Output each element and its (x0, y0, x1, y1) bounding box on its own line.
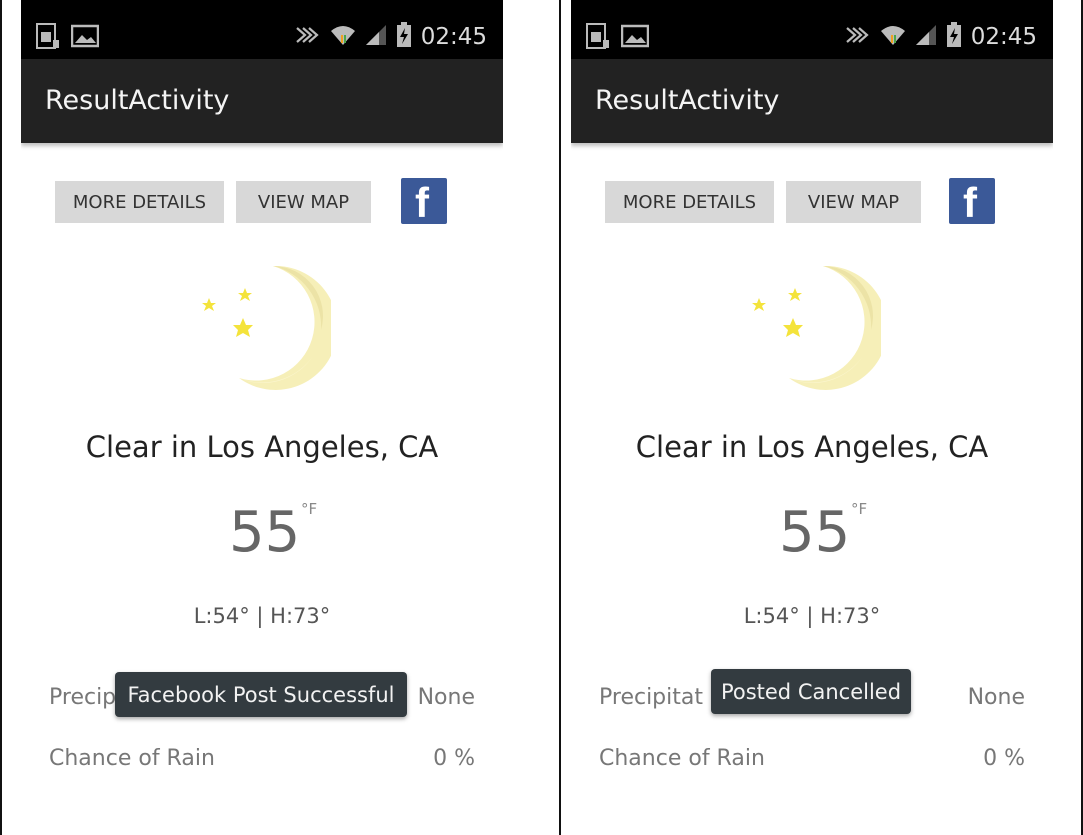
moon-icon (239, 265, 338, 390)
chance-of-rain-value: 0 % (433, 746, 475, 771)
star-icon (752, 288, 803, 337)
wifi-icon (880, 23, 906, 51)
temperature-value: 55 (779, 500, 851, 565)
star-icon (202, 288, 253, 337)
weather-summary: Clear in Los Angeles, CA (85, 430, 439, 464)
signal-icon (365, 24, 387, 50)
chance-of-rain-label: Chance of Rain (49, 746, 215, 771)
image-icon (70, 24, 100, 52)
weather-icon (741, 260, 888, 390)
phone-screen-left: 02:45 ResultActivity MORE DETAILS VIEW M… (21, 0, 503, 835)
temperature-unit: °F (851, 500, 868, 518)
temperature-value: 55 (229, 500, 301, 565)
status-bar: 02:45 (21, 0, 503, 59)
weather-summary: Clear in Los Angeles, CA (635, 430, 989, 464)
view-map-button[interactable]: VIEW MAP (236, 181, 371, 223)
temperature-unit: °F (301, 500, 318, 518)
low-high-temperature: L:54° | H:73° (743, 604, 881, 628)
wifi-icon (330, 23, 356, 51)
phone-screen-right: 02:45 ResultActivity MORE DETAILS VIEW M… (571, 0, 1053, 835)
app-title: ResultActivity (595, 85, 780, 116)
panel-divider (559, 0, 561, 835)
weather-icon (191, 260, 338, 390)
moon-icon (789, 265, 888, 390)
more-details-button[interactable]: MORE DETAILS (55, 181, 224, 223)
app-bar: ResultActivity (21, 59, 503, 143)
precipitation-value: None (417, 685, 475, 710)
status-time: 02:45 (420, 24, 487, 50)
low-high-temperature: L:54° | H:73° (193, 604, 331, 628)
signal-icon (915, 24, 937, 50)
chance-of-rain-label: Chance of Rain (599, 746, 765, 771)
precipitation-label: Precip (49, 685, 117, 710)
facebook-glyph: f (963, 179, 977, 226)
precipitation-label: Precipitat (599, 685, 703, 710)
facebook-icon[interactable]: f (949, 178, 995, 226)
chance-of-rain-value: 0 % (983, 746, 1025, 771)
image-icon (620, 24, 650, 52)
status-time: 02:45 (970, 24, 1037, 50)
nfc-icon (295, 24, 321, 50)
battery-charging-icon (396, 22, 412, 52)
sim-icon (35, 22, 61, 54)
toast-message: Facebook Post Successful (115, 672, 407, 717)
sim-icon (585, 22, 611, 54)
toast-message: Posted Cancelled (711, 669, 911, 714)
nfc-icon (845, 24, 871, 50)
status-bar: 02:45 (571, 0, 1053, 59)
more-details-button[interactable]: MORE DETAILS (605, 181, 774, 223)
facebook-glyph: f (415, 179, 429, 226)
app-title: ResultActivity (45, 85, 230, 116)
app-bar: ResultActivity (571, 59, 1053, 143)
battery-charging-icon (946, 22, 962, 52)
precipitation-value: None (967, 685, 1025, 710)
view-map-button[interactable]: VIEW MAP (786, 181, 921, 223)
facebook-icon[interactable]: f (401, 178, 447, 226)
